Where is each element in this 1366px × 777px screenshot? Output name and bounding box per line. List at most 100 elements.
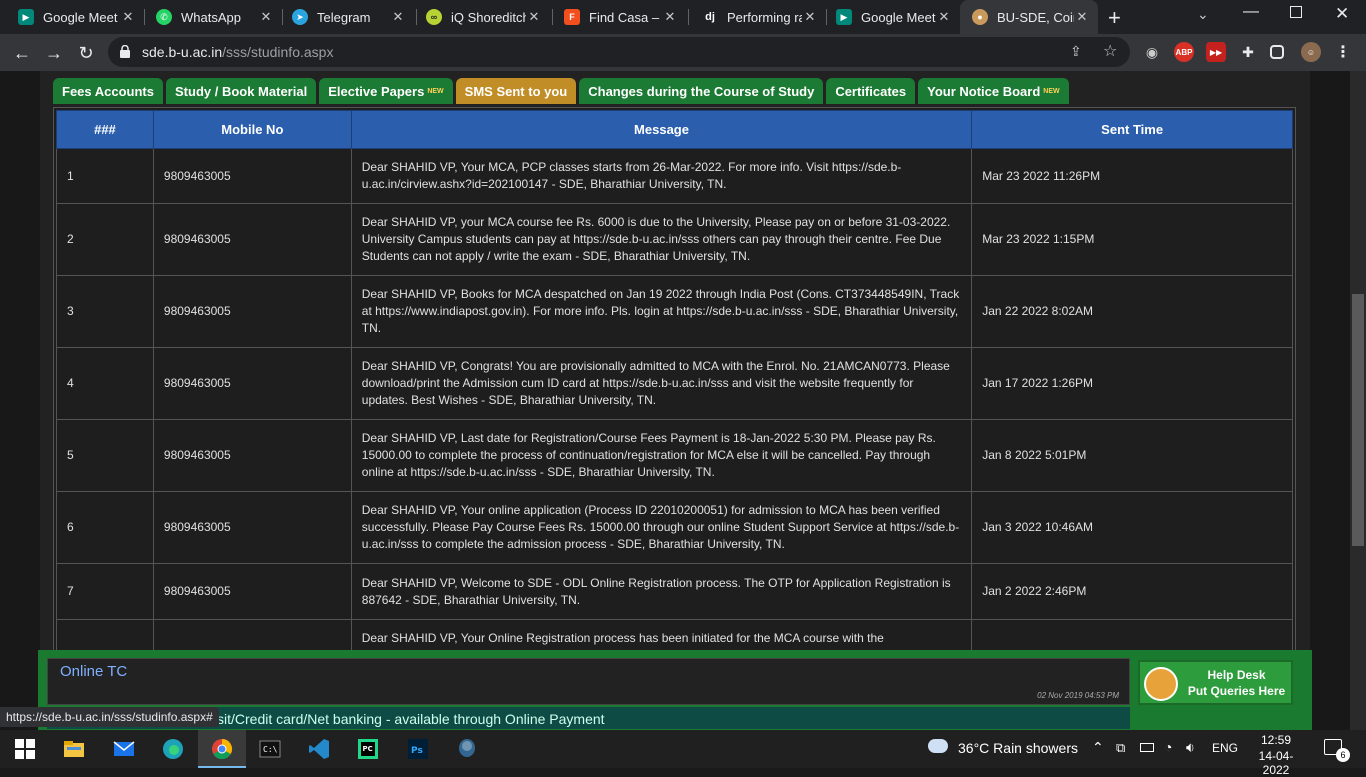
cell-message: Dear SHAHID VP, Congrats! You are provis… — [350, 347, 973, 420]
back-arrow-icon[interactable]: ← — [9, 40, 35, 66]
menu-kebab-icon[interactable]: ⋮ — [1333, 42, 1353, 62]
tab-certificates[interactable]: Certificates — [826, 78, 916, 104]
cell-sent-time: Jan 17 2022 1:26PM — [971, 347, 1293, 420]
tab-label: Fees Accounts — [62, 83, 154, 99]
help-desk-title: Help Desk — [1207, 668, 1266, 682]
iq-icon: ∞ — [426, 9, 442, 25]
browser-tab-find-casa[interactable]: F Find Casa – Fi ✕ — [546, 0, 686, 34]
address-bar[interactable]: sde.b-u.ac.in/sss/studinfo.aspx ⇪ ☆ — [108, 37, 1130, 67]
bookmark-star-icon[interactable]: ☆ — [1103, 41, 1117, 61]
minimize-icon[interactable]: — — [1243, 3, 1259, 21]
tab-study-book-material[interactable]: Study / Book Material — [166, 78, 317, 104]
spy-extension-icon[interactable]: ◉ — [1142, 42, 1162, 62]
help-desk-button[interactable]: Help Desk Put Queries Here — [1138, 660, 1293, 705]
tab-label: Elective Papers — [328, 83, 425, 99]
sms-table-panel: ### Mobile No Message Sent Time 1 980946… — [53, 107, 1296, 730]
table-row: 5 9809463005 Dear SHAHID VP, Last date f… — [56, 419, 1293, 492]
tab-title: iQ Shoreditch — [451, 9, 526, 25]
browser-tab-strip: ▶ Google Meet ✕ ✆ WhatsApp ✕ ➤ Telegram … — [0, 0, 1366, 34]
chevron-up-icon[interactable]: ⌃ — [1092, 739, 1104, 756]
django-icon: dj — [705, 11, 715, 23]
browser-tab-performing[interactable]: dj Performing ra ✕ — [684, 0, 826, 34]
postgresql-icon[interactable] — [455, 737, 479, 761]
cell-number: 7 — [56, 563, 154, 620]
vscode-icon[interactable] — [307, 737, 331, 761]
cell-number: 1 — [56, 148, 154, 204]
close-tab-icon[interactable]: ✕ — [390, 9, 406, 25]
cell-sent-time: Jan 22 2022 8:02AM — [971, 275, 1293, 348]
restore-icon[interactable] — [1290, 6, 1302, 18]
online-tc-link[interactable]: Online TC — [60, 663, 127, 680]
battery-icon[interactable] — [1140, 743, 1154, 752]
camera-tray-icon[interactable]: ⧉ — [1116, 740, 1125, 756]
tab-elective-papers[interactable]: Elective Papers NEW — [319, 78, 453, 104]
notification-count-badge: 6 — [1336, 748, 1350, 762]
terminal-icon[interactable]: C:\ — [258, 737, 282, 761]
new-tab-icon[interactable]: + — [1108, 5, 1121, 31]
tab-title: Performing ra — [727, 9, 802, 25]
close-tab-icon[interactable]: ✕ — [526, 9, 542, 25]
close-tab-icon[interactable]: ✕ — [258, 9, 274, 25]
sms-table: ### Mobile No Message Sent Time 1 980946… — [56, 110, 1293, 676]
forward-arrow-icon[interactable]: → — [41, 40, 67, 66]
cell-number: 6 — [56, 491, 154, 564]
scrollbar-thumb[interactable] — [1352, 294, 1364, 546]
side-panel-icon[interactable] — [1270, 45, 1284, 59]
reload-icon[interactable]: ↻ — [73, 40, 99, 66]
marquee-text[interactable]: sit/Credit card/Net banking - available … — [217, 711, 605, 727]
close-tab-icon[interactable]: ✕ — [120, 9, 136, 25]
cell-message: Dear SHAHID VP, Books for MCA despatched… — [350, 275, 973, 348]
extensions-puzzle-icon[interactable]: ✚ — [1238, 42, 1258, 62]
cell-sent-time: Jan 3 2022 10:46AM — [971, 491, 1293, 564]
column-header-message: Message — [350, 110, 973, 149]
wifi-icon[interactable]: ◔ — [1164, 739, 1172, 755]
page-scrollbar[interactable] — [1350, 71, 1366, 730]
file-explorer-icon[interactable] — [62, 737, 86, 761]
browser-tab-bu-sde[interactable]: ● BU-SDE, Coim ✕ — [960, 0, 1098, 34]
photoshop-icon[interactable]: Ps — [406, 737, 430, 761]
browser-tab-iq-shoreditch[interactable]: ∞ iQ Shoreditch ✕ — [408, 0, 550, 34]
windows-start-icon[interactable] — [13, 737, 37, 761]
help-desk-icon — [1144, 667, 1178, 701]
cell-message: Dear SHAHID VP, Your MCA, PCP classes st… — [350, 148, 973, 204]
clock-time[interactable]: 12:59 — [1248, 733, 1304, 747]
media-extension-icon[interactable]: ▶▶ — [1206, 42, 1226, 62]
cell-number: 4 — [56, 347, 154, 420]
pycharm-icon[interactable]: PC — [356, 737, 380, 761]
tab-label: Certificates — [835, 83, 907, 99]
browser-tab-google-meet-2[interactable]: ▶ Google Meet ✕ — [818, 0, 960, 34]
tab-fees-accounts[interactable]: Fees Accounts — [53, 78, 163, 104]
tab-sms-sent[interactable]: SMS Sent to you — [455, 78, 577, 104]
edge-browser-icon[interactable] — [161, 737, 185, 761]
tab-changes-course[interactable]: Changes during the Course of Study — [579, 78, 824, 104]
profile-avatar[interactable]: ☺ — [1301, 42, 1321, 62]
browser-tab-telegram[interactable]: ➤ Telegram ✕ — [274, 0, 414, 34]
mail-icon[interactable] — [112, 737, 136, 761]
close-tab-icon[interactable]: ✕ — [936, 9, 952, 25]
new-badge: NEW — [427, 87, 444, 95]
volume-icon[interactable]: 🔉︎ — [1186, 739, 1195, 756]
browser-tab-google-meet[interactable]: ▶ Google Meet ✕ — [0, 0, 144, 34]
rain-cloud-icon — [928, 739, 948, 753]
clock-date[interactable]: 14-04-2022 — [1248, 749, 1304, 777]
svg-text:C:\: C:\ — [263, 745, 278, 754]
tab-label: Your Notice Board — [927, 83, 1041, 99]
language-indicator[interactable]: ENG — [1212, 741, 1238, 755]
browser-tab-whatsapp[interactable]: ✆ WhatsApp ✕ — [138, 0, 282, 34]
adblock-plus-icon[interactable]: ABP — [1174, 42, 1194, 62]
tab-notice-board[interactable]: Your Notice Board NEW — [918, 78, 1069, 104]
cell-number: 3 — [56, 275, 154, 348]
close-tab-icon[interactable]: ✕ — [802, 9, 818, 25]
lock-icon — [120, 45, 130, 58]
tab-label: SMS Sent to you — [464, 83, 568, 99]
weather-widget[interactable]: 36°C Rain showers — [958, 740, 1078, 756]
cell-mobile: 9809463005 — [152, 563, 352, 620]
column-header-mobile: Mobile No — [152, 110, 352, 149]
close-tab-icon[interactable]: ✕ — [1074, 9, 1090, 25]
tab-search-icon[interactable]: ⌄ — [1197, 6, 1209, 23]
cell-mobile: 9809463005 — [152, 203, 352, 276]
share-icon[interactable]: ⇪ — [1070, 43, 1082, 60]
chrome-icon — [212, 738, 233, 760]
window-close-icon[interactable]: ✕ — [1335, 4, 1349, 24]
close-tab-icon[interactable]: ✕ — [662, 9, 678, 25]
